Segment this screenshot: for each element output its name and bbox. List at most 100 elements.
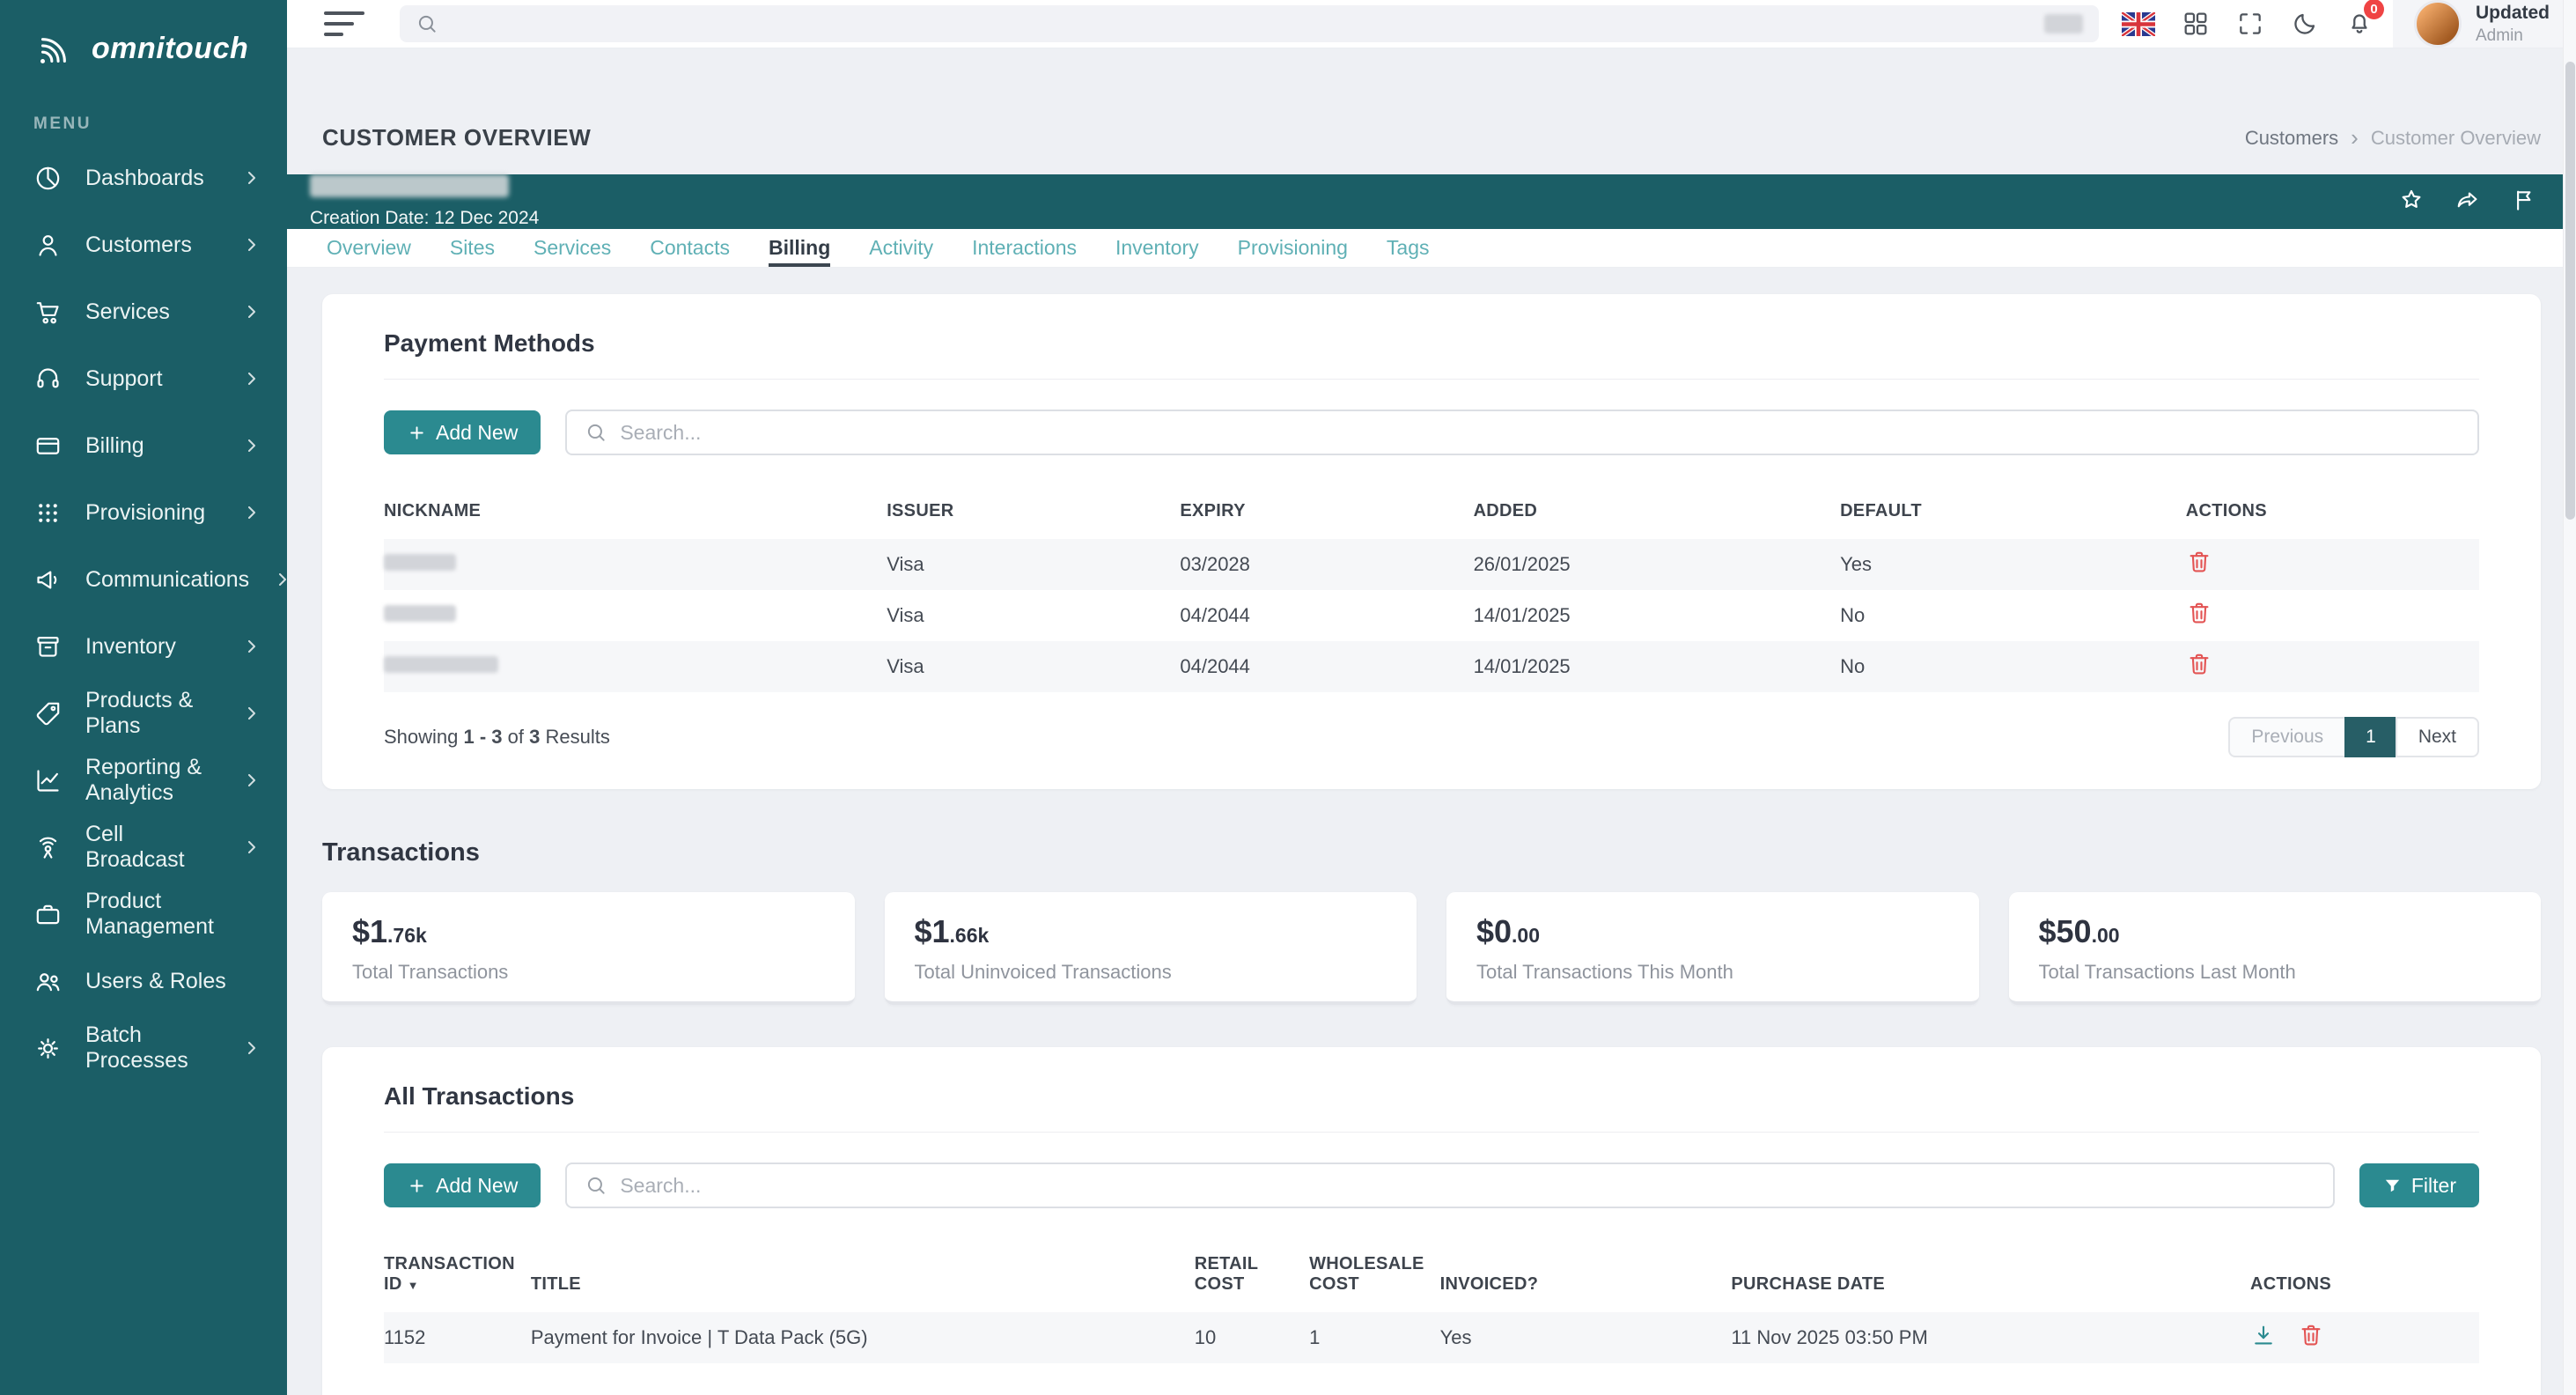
delete-payment-method-button[interactable] [2186,549,2212,575]
tab-provisioning[interactable]: Provisioning [1238,229,1348,267]
main-area: 0 Updated Admin CUSTOMER OVERVIEW Custom… [287,0,2576,1395]
header-icon-row: 0 [2122,10,2374,38]
gear-icon [33,1034,63,1063]
sidebar-item-reporting-analytics[interactable]: Reporting & Analytics [0,747,287,814]
redacted-nickname [384,605,456,622]
star-favorite-icon[interactable] [2398,187,2425,218]
filter-button-label: Filter [2411,1174,2456,1198]
tab-overview[interactable]: Overview [327,229,411,267]
sidebar-toggle-button[interactable] [324,11,364,36]
menu-section-label: MENU [0,83,287,144]
sidebar-item-services[interactable]: Services [0,278,287,345]
sidebar-item-dashboards[interactable]: Dashboards [0,144,287,211]
brand-name: omnitouch [92,32,248,66]
breadcrumb-current: Customer Overview [2371,127,2541,150]
add-payment-method-button[interactable]: Add New [384,410,541,454]
chevron-right-icon [241,703,262,724]
col-wholesale-cost: WHOLESALE COST [1309,1235,1439,1312]
chevron-right-icon [241,435,262,456]
sidebar-item-inventory[interactable]: Inventory [0,613,287,680]
sort-desc-icon[interactable]: ▼ [408,1279,419,1292]
dark-mode-moon-icon[interactable] [2291,10,2319,38]
cell-added: 14/01/2025 [1474,641,1841,692]
all-transactions-search-input[interactable] [620,1174,2315,1198]
payment-methods-title: Payment Methods [384,329,2479,380]
apps-grid-icon[interactable] [2182,10,2210,38]
col-issuer: ISSUER [887,482,1180,539]
sidebar: omnitouch MENU Dashboards Customers Serv… [0,0,287,1395]
share-forward-icon[interactable] [2455,187,2481,218]
col-actions: ACTIONS [2186,482,2479,539]
user-menu[interactable]: Updated Admin [2393,0,2576,48]
sidebar-item-products-plans[interactable]: Products & Plans [0,680,287,747]
language-flag-icon[interactable] [2122,12,2155,36]
sidebar-item-users-roles[interactable]: Users & Roles [0,948,287,1015]
delete-transaction-button[interactable] [2298,1322,2324,1348]
dashboard-icon [33,164,63,193]
payment-methods-search[interactable] [565,410,2479,455]
tab-interactions[interactable]: Interactions [972,229,1077,267]
col-actions: ACTIONS [2250,1235,2479,1312]
cart-icon [33,298,63,327]
sidebar-item-billing[interactable]: Billing [0,412,287,479]
delete-payment-method-button[interactable] [2186,651,2212,677]
search-icon [585,421,607,444]
sidebar-item-product-management[interactable]: Product Management [0,881,287,948]
trash-icon [2186,600,2212,626]
stat-label: Total Uninvoiced Transactions [915,961,1387,984]
sidebar-item-support[interactable]: Support [0,345,287,412]
sidebar-item-communications[interactable]: Communications [0,546,287,613]
sidebar-item-customers[interactable]: Customers [0,211,287,278]
flag-icon[interactable] [2511,187,2537,218]
chevron-right-icon [241,1037,262,1059]
sidebar-item-provisioning[interactable]: Provisioning [0,479,287,546]
notifications-bell-icon[interactable]: 0 [2345,10,2374,38]
tab-services[interactable]: Services [534,229,611,267]
sidebar-item-label: Inventory [85,634,176,660]
filter-button[interactable]: Filter [2359,1163,2479,1207]
scrollbar-thumb[interactable] [2565,62,2575,520]
add-transaction-button[interactable]: Add New [384,1163,541,1207]
stat-label: Total Transactions This Month [1476,961,1949,984]
sidebar-item-cell-broadcast[interactable]: Cell Broadcast [0,814,287,881]
tab-billing[interactable]: Billing [769,229,830,267]
pagination-page-1[interactable]: 1 [2344,717,2397,757]
col-default: DEFAULT [1840,482,2186,539]
global-search[interactable] [400,5,2099,42]
payment-methods-search-input[interactable] [620,421,2460,445]
scrollbar[interactable] [2563,0,2576,1395]
chevron-right-icon [241,234,262,255]
pagination-next-button[interactable]: Next [2396,717,2479,757]
funnel-icon [2382,1176,2403,1196]
cell-purchase-date: 11 Nov 2025 03:50 PM [1731,1312,2250,1363]
cell-default: No [1840,641,2186,692]
breadcrumb-customers-link[interactable]: Customers [2245,127,2338,150]
tab-tags[interactable]: Tags [1387,229,1430,267]
redacted-nickname [384,656,498,673]
chevron-right-icon [241,837,262,858]
pagination-previous-button[interactable]: Previous [2228,717,2346,757]
chevron-right-icon [241,167,262,188]
chevron-right-icon [241,502,262,523]
sidebar-item-batch-processes[interactable]: Batch Processes [0,1015,287,1081]
cell-wholesale-cost: 1 [1309,1312,1439,1363]
plus-icon [407,423,427,443]
fullscreen-icon[interactable] [2236,10,2264,38]
delete-payment-method-button[interactable] [2186,600,2212,626]
tab-inventory[interactable]: Inventory [1115,229,1199,267]
brand-logo[interactable]: omnitouch [0,0,287,83]
tab-activity[interactable]: Activity [869,229,933,267]
payment-methods-table: NICKNAME ISSUER EXPIRY ADDED DEFAULT ACT… [384,482,2479,692]
tab-contacts[interactable]: Contacts [650,229,730,267]
sidebar-item-label: Product Management [85,889,262,940]
customer-banner: Creation Date: 12 Dec 2024 [287,174,2576,229]
all-transactions-search[interactable] [565,1162,2335,1208]
tab-sites[interactable]: Sites [450,229,495,267]
table-header-row: NICKNAME ISSUER EXPIRY ADDED DEFAULT ACT… [384,482,2479,539]
download-transaction-button[interactable] [2250,1322,2277,1348]
breadcrumb-separator: › [2351,124,2359,151]
top-header: 0 Updated Admin [287,0,2576,48]
cell-expiry: 04/2044 [1180,641,1473,692]
stat-this-month: $0.00 Total Transactions This Month [1446,892,1979,1005]
search-icon [416,12,438,35]
